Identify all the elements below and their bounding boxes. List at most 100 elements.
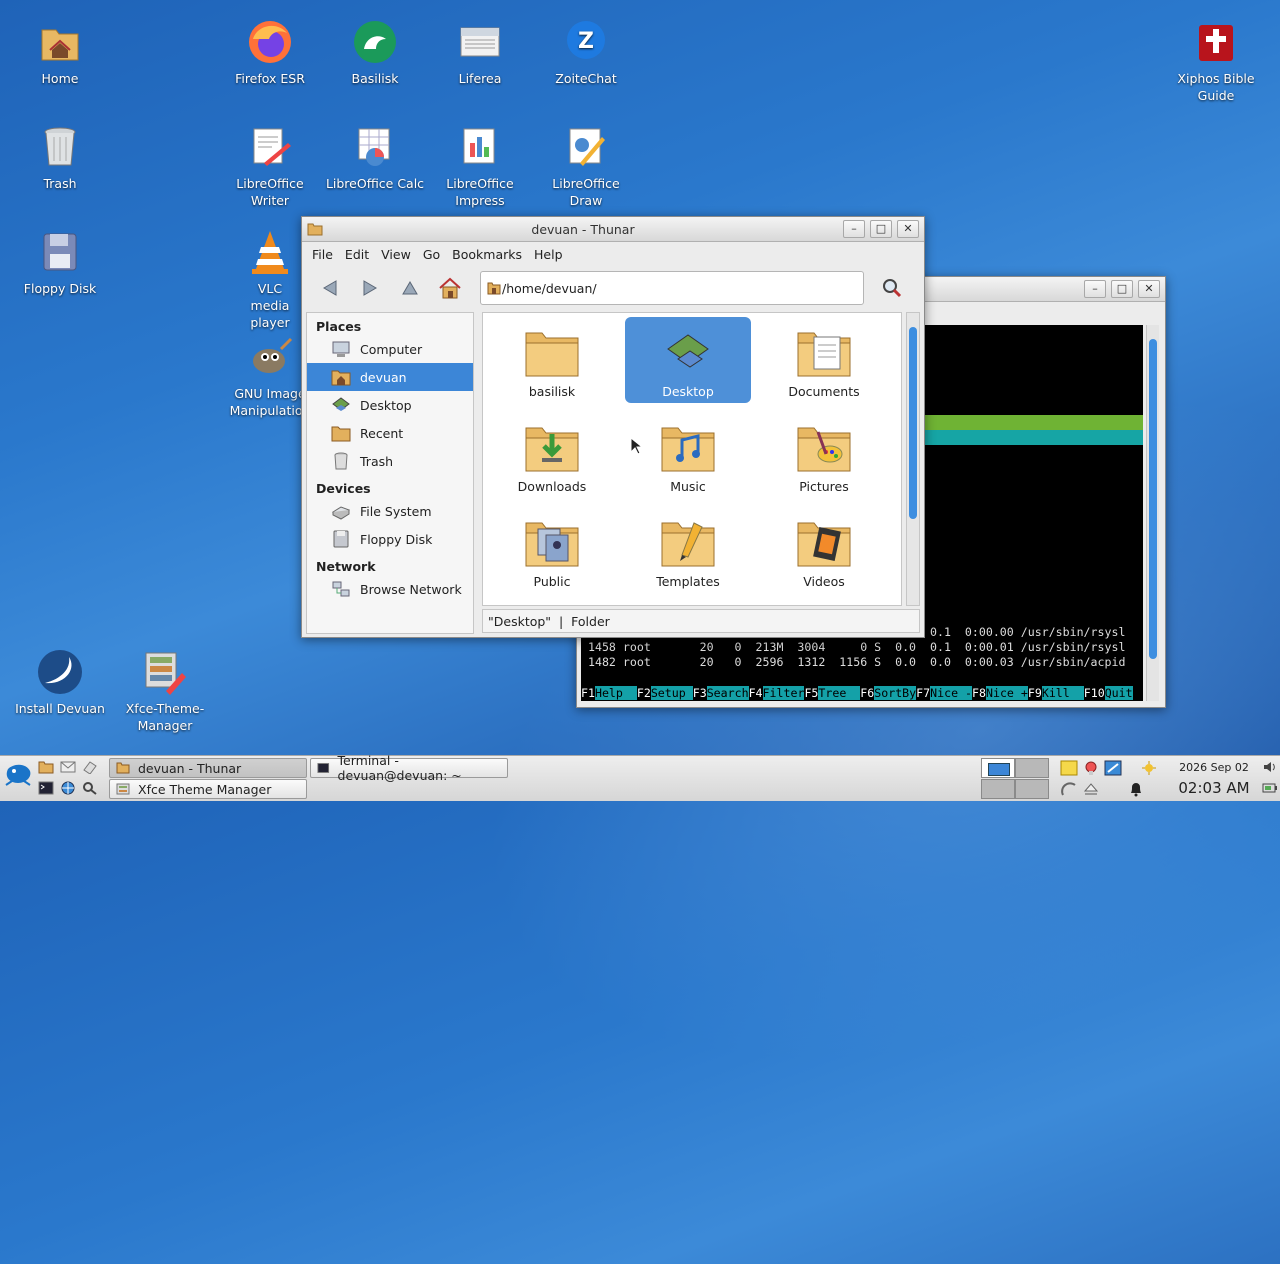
workspace-4[interactable]: [1015, 779, 1049, 799]
desktop-icon-label: Install Devuan: [15, 701, 105, 716]
applications-menu-button[interactable]: [4, 761, 32, 791]
desktop-icon-lo-writer[interactable]: LibreOffice Writer: [220, 123, 320, 209]
launcher-search[interactable]: [82, 781, 100, 797]
menu-go[interactable]: Go: [417, 247, 446, 262]
home-icon: [439, 277, 461, 299]
close-button[interactable]: ✕: [897, 220, 919, 238]
sidebar-item-devuan[interactable]: devuan: [307, 363, 473, 391]
menu-file[interactable]: File: [306, 247, 339, 262]
trash-icon: [36, 123, 84, 171]
task-terminal[interactable]: Terminal - devuan@devuan: ~: [310, 753, 508, 783]
desktop-icon-xfce-theme-manager[interactable]: Xfce-Theme-Manager: [115, 648, 215, 734]
eject-icon[interactable]: [1082, 781, 1100, 797]
notes-icon[interactable]: [1060, 760, 1078, 776]
minimize-button[interactable]: –: [843, 220, 865, 238]
folder-basilisk-icon: [525, 332, 579, 377]
forward-button[interactable]: [350, 272, 390, 304]
libreoffice-calc-icon: [351, 123, 399, 171]
desktop-icon-xiphos[interactable]: Xiphos Bible Guide: [1166, 18, 1266, 104]
home-button[interactable]: [430, 272, 470, 304]
file-item-pictures[interactable]: Pictures: [761, 412, 887, 498]
file-item-downloads[interactable]: Downloads: [489, 412, 615, 498]
desktop-icon-zoitechat[interactable]: Z ZoiteChat: [536, 18, 636, 87]
file-item-basilisk[interactable]: basilisk: [489, 317, 615, 403]
panel-date[interactable]: 2026 Sep 02: [1170, 761, 1258, 774]
desktop-icon-label: VLC media player: [250, 281, 290, 330]
thunar-titlebar[interactable]: devuan - Thunar – □ ✕: [302, 217, 924, 242]
workspace-1[interactable]: [981, 758, 1015, 778]
power-icon[interactable]: [1262, 781, 1280, 797]
desktop-icon-liferea[interactable]: Liferea: [430, 18, 530, 87]
desktop-icon-label: ZoiteChat: [555, 71, 617, 86]
fkey-f7: F7: [916, 686, 931, 700]
updates-icon[interactable]: [1082, 760, 1100, 776]
location-bar[interactable]: /home/devuan/: [480, 271, 864, 305]
mouse-cursor-icon: [630, 436, 644, 459]
panel-clock[interactable]: 02:03 AM: [1170, 779, 1258, 797]
launcher-eraser[interactable]: [82, 760, 100, 776]
file-icon-view[interactable]: basilisk Desktop Documents Downloads Music Pi…: [482, 312, 902, 606]
launcher-home-folder[interactable]: [38, 760, 56, 776]
sidebar-item-floppy-disk[interactable]: Floppy Disk: [307, 525, 473, 553]
menu-edit[interactable]: Edit: [339, 247, 375, 262]
maximize-button[interactable]: □: [870, 220, 892, 238]
sidebar-item-computer[interactable]: Computer: [307, 335, 473, 363]
network-manager-icon[interactable]: [1060, 781, 1078, 797]
launcher-web[interactable]: [60, 781, 78, 797]
desktop-icon-label: Home: [41, 71, 79, 86]
sidebar-item-desktop[interactable]: Desktop: [307, 391, 473, 419]
menu-view[interactable]: View: [375, 247, 417, 262]
file-item-documents[interactable]: Documents: [761, 317, 887, 403]
fkey-label: Search: [706, 686, 749, 700]
weather-icon[interactable]: [1140, 760, 1158, 776]
screenshot-icon[interactable]: [1104, 760, 1122, 776]
sidebar-item-file-system[interactable]: File System: [307, 497, 473, 525]
desktop-icon-basilisk[interactable]: Basilisk: [325, 18, 425, 87]
desktop-icon-firefox[interactable]: Firefox ESR: [220, 18, 320, 87]
theme-manager-icon: [141, 648, 189, 696]
folder-templates-icon: [661, 522, 715, 567]
notification-bell-icon[interactable]: [1128, 781, 1146, 797]
file-item-music[interactable]: Music: [625, 412, 751, 498]
folder-videos-icon: [797, 522, 851, 567]
fkey-label: SortBy: [874, 686, 917, 700]
file-item-desktop[interactable]: Desktop: [625, 317, 751, 403]
desktop-icon-label: LibreOffice Calc: [325, 176, 425, 191]
desktop-icon-install-devuan[interactable]: Install Devuan: [10, 648, 110, 717]
workspace-2[interactable]: [1015, 758, 1049, 778]
desktop-icon-lo-draw[interactable]: LibreOffice Draw: [536, 123, 636, 209]
back-button[interactable]: [310, 272, 350, 304]
sidebar-item-recent[interactable]: Recent: [307, 419, 473, 447]
workspace-3[interactable]: [981, 779, 1015, 799]
parent-folder-button[interactable]: [390, 272, 430, 304]
task-xfce-theme-manager[interactable]: Xfce Theme Manager: [109, 779, 307, 799]
thunar-window[interactable]: devuan - Thunar – □ ✕ File Edit View Go …: [301, 216, 925, 638]
menu-bookmarks[interactable]: Bookmarks: [446, 247, 528, 262]
launcher-mail[interactable]: [60, 760, 78, 776]
search-button[interactable]: [872, 272, 912, 304]
file-item-public[interactable]: Public: [489, 507, 615, 593]
arrow-up-icon: [402, 281, 418, 295]
task-thunar[interactable]: devuan - Thunar: [109, 758, 307, 778]
sidebar-item-browse-network[interactable]: Browse Network: [307, 575, 473, 603]
location-path[interactable]: /home/devuan/: [502, 281, 597, 296]
file-item-templates[interactable]: Templates: [625, 507, 751, 593]
launcher-terminal[interactable]: [38, 781, 56, 797]
close-button[interactable]: ✕: [1138, 280, 1160, 298]
desktop-icon-lo-impress[interactable]: LibreOffice Impress: [430, 123, 530, 209]
maximize-button[interactable]: □: [1111, 280, 1133, 298]
file-item-videos[interactable]: Videos: [761, 507, 887, 593]
file-view-scrollbar[interactable]: [906, 312, 920, 606]
floppy-disk-icon: [36, 228, 84, 276]
desktop-icon-label: Trash: [43, 176, 77, 191]
sidebar-item-trash[interactable]: Trash: [307, 447, 473, 475]
desktop-icon-floppy[interactable]: Floppy Disk: [10, 228, 110, 297]
desktop-icon-home[interactable]: Home: [10, 18, 110, 87]
desktop-icon-lo-calc[interactable]: LibreOffice Calc: [325, 123, 425, 192]
desktop-icon-trash[interactable]: Trash: [10, 123, 110, 192]
menu-help[interactable]: Help: [528, 247, 569, 262]
arrow-left-icon: [323, 280, 337, 296]
volume-icon[interactable]: [1262, 760, 1280, 776]
minimize-button[interactable]: –: [1084, 280, 1106, 298]
terminal-scrollbar[interactable]: [1146, 325, 1159, 701]
